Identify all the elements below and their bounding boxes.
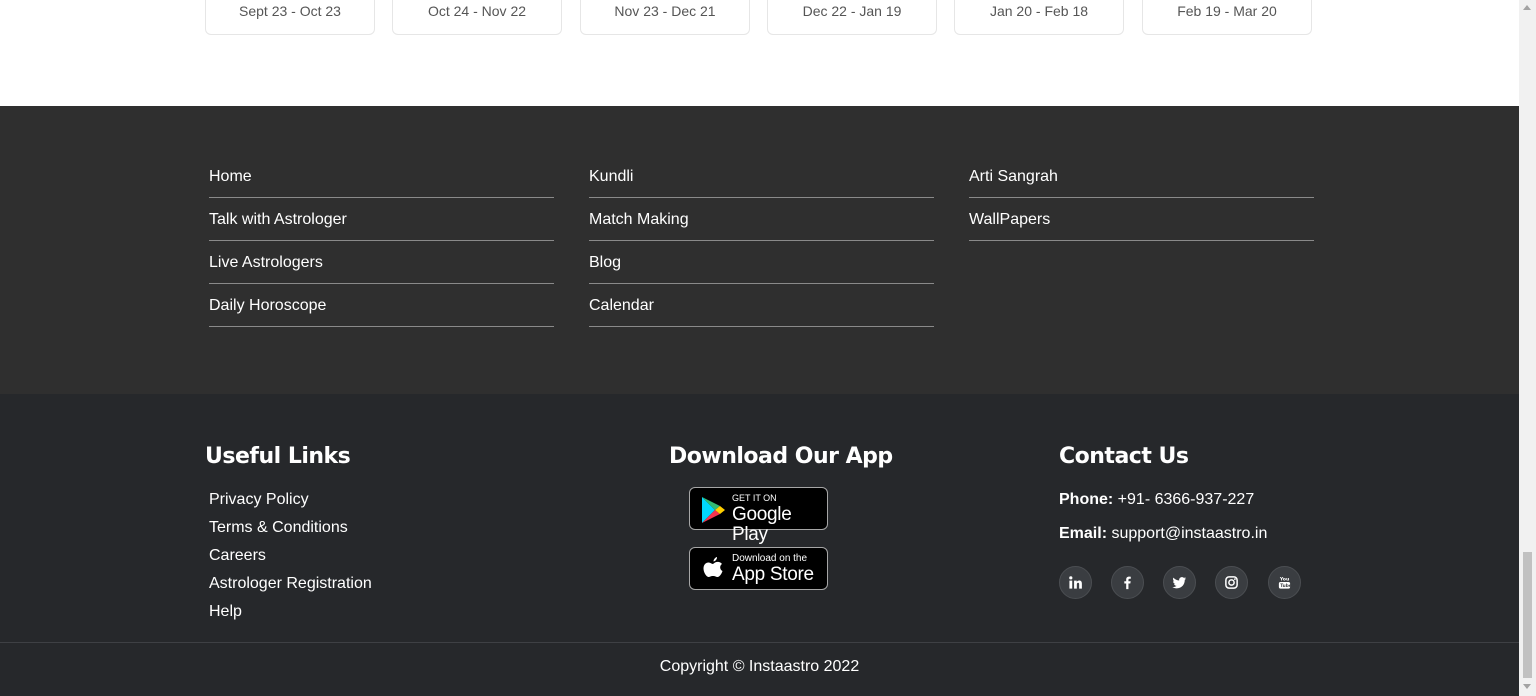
links-column-3: Arti Sangrah WallPapers [969, 156, 1314, 242]
site-links-section: Home Talk with Astrologer Live Astrologe… [0, 106, 1519, 394]
facebook-icon[interactable] [1111, 566, 1144, 599]
instagram-icon[interactable] [1215, 566, 1248, 599]
zodiac-card[interactable]: Jan 20 - Feb 18 [954, 0, 1124, 35]
link-row: WallPapers [969, 199, 1314, 241]
google-play-icon [702, 497, 725, 523]
links-column-1: Home Talk with Astrologer Live Astrologe… [209, 156, 554, 328]
svg-text:You: You [1279, 577, 1290, 583]
copyright-bar: Copyright © Instaastro 2022 [0, 642, 1519, 696]
nav-link-blog[interactable]: Blog [589, 255, 621, 271]
link-row: Live Astrologers [209, 242, 554, 284]
app-store-big-text: App Store [732, 564, 814, 585]
zodiac-date: Dec 22 - Jan 19 [802, 3, 902, 19]
phone-line: Phone: +91- 6366-937-227 [1059, 491, 1254, 509]
nav-link-live-astrologers[interactable]: Live Astrologers [209, 255, 323, 271]
useful-links-list: Privacy Policy Terms & Conditions Career… [209, 491, 372, 631]
nav-link-daily-horoscope[interactable]: Daily Horoscope [209, 298, 326, 314]
link-row: Daily Horoscope [209, 285, 554, 327]
nav-link-talk-with-astrologer[interactable]: Talk with Astrologer [209, 212, 347, 228]
scroll-down-arrow-icon[interactable] [1523, 684, 1531, 689]
nav-link-arti-sangrah[interactable]: Arti Sangrah [969, 169, 1058, 185]
email-value[interactable]: support@instaastro.in [1111, 525, 1267, 542]
twitter-icon[interactable] [1163, 566, 1196, 599]
link-row: Kundli [589, 156, 934, 198]
nav-link-wallpapers[interactable]: WallPapers [969, 212, 1050, 228]
svg-text:Tube: Tube [1280, 583, 1292, 589]
app-store-small-text: Download on the [732, 553, 808, 564]
phone-value[interactable]: +91- 6366-937-227 [1118, 491, 1255, 508]
terms-conditions-link[interactable]: Terms & Conditions [209, 519, 372, 547]
link-row: Match Making [589, 199, 934, 241]
astrologer-registration-link[interactable]: Astrologer Registration [209, 575, 372, 603]
zodiac-card[interactable]: Feb 19 - Mar 20 [1142, 0, 1312, 35]
vertical-scrollbar[interactable] [1519, 0, 1536, 696]
email-label: Email: [1059, 525, 1108, 542]
link-row: Calendar [589, 285, 934, 327]
app-store-button[interactable]: Download on the App Store [689, 547, 828, 590]
scrollbar-thumb[interactable] [1523, 552, 1532, 678]
zodiac-card[interactable]: Sept 23 - Oct 23 [205, 0, 375, 35]
email-line: Email: support@instaastro.in [1059, 525, 1267, 543]
scroll-up-arrow-icon[interactable] [1523, 5, 1531, 10]
help-link[interactable]: Help [209, 603, 372, 631]
zodiac-card[interactable]: Oct 24 - Nov 22 [392, 0, 562, 35]
link-row: Blog [589, 242, 934, 284]
contact-us-heading: Contact Us [1059, 444, 1189, 469]
footer: Useful Links Privacy Policy Terms & Cond… [0, 394, 1519, 696]
privacy-policy-link[interactable]: Privacy Policy [209, 491, 372, 519]
google-play-big-text: Google Play [732, 504, 792, 545]
linkedin-icon[interactable] [1059, 566, 1092, 599]
phone-label: Phone: [1059, 491, 1114, 508]
zodiac-date: Jan 20 - Feb 18 [989, 3, 1089, 19]
zodiac-date: Feb 19 - Mar 20 [1177, 3, 1277, 19]
careers-link[interactable]: Careers [209, 547, 372, 575]
link-row: Arti Sangrah [969, 156, 1314, 198]
zodiac-date: Oct 24 - Nov 22 [427, 3, 527, 19]
download-app-heading: Download Our App [669, 444, 893, 469]
google-play-button[interactable]: GET IT ON Google Play [689, 487, 828, 545]
copyright-text: Copyright © Instaastro 2022 [659, 658, 860, 675]
zodiac-card[interactable]: Dec 22 - Jan 19 [767, 0, 937, 35]
links-column-2: Kundli Match Making Blog Calendar [589, 156, 934, 328]
apple-icon [703, 557, 723, 577]
link-row: Talk with Astrologer [209, 199, 554, 241]
link-row: Home [209, 156, 554, 198]
nav-link-calendar[interactable]: Calendar [589, 298, 654, 314]
zodiac-card[interactable]: Nov 23 - Dec 21 [580, 0, 750, 35]
google-play-small-text: GET IT ON [732, 493, 777, 503]
zodiac-date: Sept 23 - Oct 23 [239, 3, 341, 19]
nav-link-match-making[interactable]: Match Making [589, 212, 689, 228]
nav-link-home[interactable]: Home [209, 169, 252, 185]
nav-link-kundli[interactable]: Kundli [589, 169, 633, 185]
zodiac-date-strip: Sept 23 - Oct 23 Oct 24 - Nov 22 Nov 23 … [0, 0, 1519, 106]
useful-links-heading: Useful Links [205, 444, 351, 469]
zodiac-date: Nov 23 - Dec 21 [614, 3, 716, 19]
youtube-icon[interactable]: You Tube [1268, 566, 1301, 599]
